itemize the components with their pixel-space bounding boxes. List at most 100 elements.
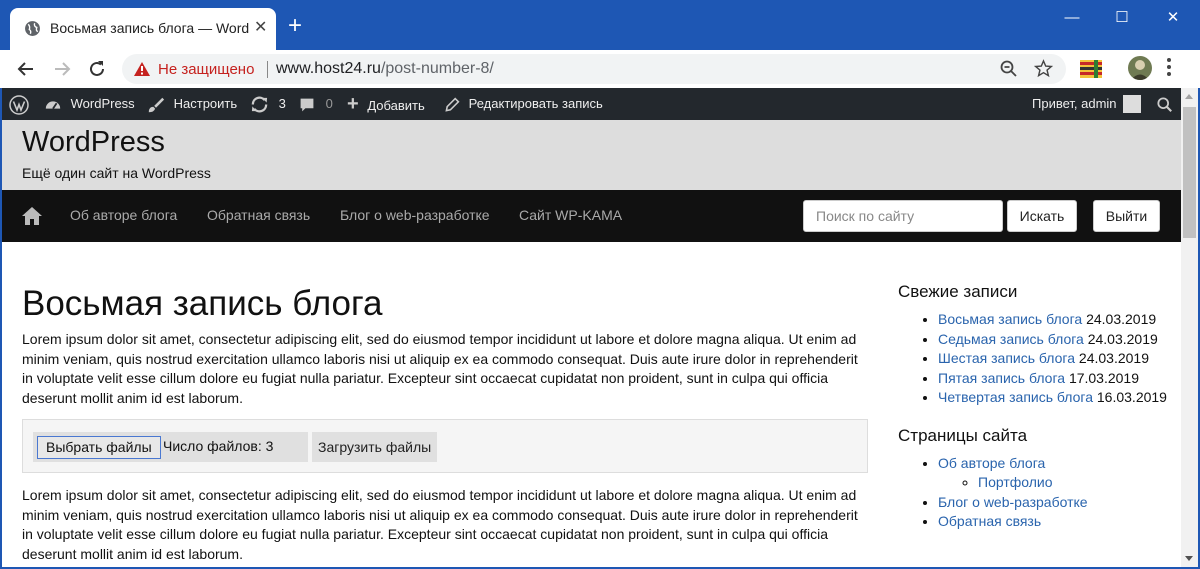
recent-post-link[interactable]: Восьмая запись блога [938,311,1082,327]
site-title[interactable]: WordPress [22,126,165,159]
adminbar-site-link[interactable]: WordPress [44,88,135,120]
nav-item-about[interactable]: Об авторе блога [70,207,177,223]
adminbar-customize-label: Настроить [173,96,238,111]
security-label[interactable]: Не защищено [158,61,254,78]
browser-titlebar: Восьмая запись блога — WordPress ✕ + — ☐… [0,0,1200,50]
scroll-down-icon[interactable] [1185,556,1193,561]
user-avatar [1122,94,1141,113]
reload-icon[interactable] [85,57,109,81]
adminbar-search-icon[interactable] [1157,88,1173,120]
post-paragraph: Lorem ipsum dolor sit amet, consectetur … [22,487,858,562]
wp-logo-icon[interactable] [9,88,29,120]
post-paragraph: Lorem ipsum dolor sit amet, consectetur … [22,331,858,406]
browser-toolbar: Не защищено www.host24.ru/post-number-8/ [0,50,1200,88]
post-date: 24.03.2019 [1087,330,1158,347]
recent-posts-widget: Свежие записи Восьмая запись блога 24.03… [898,282,1173,408]
nav-item-blog[interactable]: Блог о web-разработке [340,207,490,223]
sidebar: Свежие записи Восьмая запись блога 24.03… [898,282,1173,532]
close-window-icon[interactable]: ✕ [1151,6,1195,30]
updates-icon [251,96,268,113]
widget-title: Свежие записи [898,282,1018,301]
browser-menu-icon[interactable] [1167,58,1171,79]
upload-form: Выбрать файлы Число файлов: 3 Загрузить … [22,419,868,473]
main-navigation: Об авторе блога Обратная связь Блог о we… [2,190,1181,242]
adminbar-edit-post[interactable]: Редактировать запись [444,88,603,120]
adminbar-customize[interactable]: Настроить [147,88,237,120]
brush-icon [148,97,165,112]
list-item: Пятая запись блога 17.03.2019 [938,369,1173,389]
home-icon[interactable] [22,207,42,225]
recent-post-link[interactable]: Четвертая запись блога [938,389,1093,405]
maximize-icon[interactable]: ☐ [1100,6,1144,30]
back-icon[interactable] [14,57,38,81]
site-header: WordPress Ещё один сайт на WordPress [2,120,1181,190]
address-separator [267,61,268,78]
pages-list: Об авторе блога Портфолио Блог о web-раз… [898,454,1173,532]
new-tab-icon[interactable]: + [288,14,302,38]
warning-icon [134,62,150,76]
list-item: Шестая запись блога 24.03.2019 [938,349,1173,369]
close-tab-icon[interactable]: ✕ [254,19,267,37]
list-item: Блог о web-разработке [938,493,1173,513]
nav-item-wpkama[interactable]: Сайт WP-KAMA [519,207,622,223]
list-item: Об авторе блога Портфолио [938,454,1173,493]
file-count-label: Число файлов: 3 [163,438,274,454]
adminbar-account[interactable]: Привет, admin [1032,88,1141,120]
file-input[interactable]: Выбрать файлы Число файлов: 3 [33,432,308,462]
url-path: /post-number-8/ [380,60,494,77]
wp-admin-bar: WordPress Настроить 3 0 + Добавить Редак… [2,88,1181,120]
bookmark-star-icon[interactable] [1034,59,1053,78]
recent-posts-list: Восьмая запись блога 24.03.2019 Седьмая … [898,310,1173,408]
adminbar-add-new[interactable]: + Добавить [347,88,425,120]
list-item: Обратная связь [938,512,1173,532]
tab-title: Восьмая запись блога — WordPress [50,20,250,36]
page-link-about[interactable]: Об авторе блога [938,455,1045,471]
site-description: Ещё один сайт на WordPress [22,165,211,181]
site-search-input[interactable] [803,200,1003,232]
recent-post-link[interactable]: Пятая запись блога [938,370,1065,386]
updates-count: 3 [278,96,286,111]
comment-icon [300,98,314,111]
list-item: Четвертая запись блога 16.03.2019 [938,388,1173,408]
list-item: Седьмая запись блога 24.03.2019 [938,330,1173,350]
scroll-up-icon[interactable] [1185,94,1193,99]
adminbar-add-new-label: Добавить [367,98,425,113]
scroll-thumb[interactable] [1183,107,1196,238]
page-viewport: WordPress Настроить 3 0 + Добавить Редак… [2,88,1198,567]
adminbar-updates[interactable]: 3 [250,88,286,120]
minimize-icon[interactable]: — [1050,6,1094,30]
profile-avatar[interactable] [1128,56,1152,80]
dashboard-icon [45,100,61,109]
address-bar[interactable]: Не защищено www.host24.ru/post-number-8/ [122,54,1066,84]
upload-files-button[interactable]: Загрузить файлы [312,432,438,462]
plus-icon: + [347,93,359,115]
zoom-icon[interactable] [1000,60,1018,78]
browser-tab[interactable]: Восьмая запись блога — WordPress ✕ [10,8,276,50]
widget-title: Страницы сайта [898,425,1028,445]
post-date: 16.03.2019 [1096,389,1167,405]
adminbar-comments[interactable]: 0 [299,88,333,120]
adminbar-site-label: WordPress [70,96,135,111]
post-content: Восьмая запись блога Lorem ipsum dolor s… [22,284,872,564]
url-host: www.host24.ru [276,60,381,77]
search-button[interactable]: Искать [1007,200,1077,232]
extension-icon[interactable] [1080,60,1102,78]
forward-icon[interactable] [50,57,74,81]
post-date: 24.03.2019 [1078,350,1149,366]
pages-widget: Страницы сайта Об авторе блога Портфолио… [898,426,1173,532]
logout-button[interactable]: Выйти [1093,200,1160,232]
recent-post-link[interactable]: Шестая запись блога [938,350,1075,366]
page-link-blog[interactable]: Блог о web-разработке [938,494,1088,510]
url-text[interactable]: www.host24.ru/post-number-8/ [276,60,494,78]
list-item: Восьмая запись блога 24.03.2019 [938,310,1173,330]
list-item: Портфолио [978,473,1173,493]
subpages-list: Портфолио [938,473,1173,493]
nav-item-contact[interactable]: Обратная связь [207,207,310,223]
page-link-contact[interactable]: Обратная связь [938,513,1041,529]
page-link-portfolio[interactable]: Портфолио [978,474,1053,490]
comments-count: 0 [325,96,333,111]
recent-post-link[interactable]: Седьмая запись блога [938,331,1084,347]
page-scrollbar[interactable] [1181,88,1198,567]
choose-files-button[interactable]: Выбрать файлы [37,436,161,459]
post-title: Восьмая запись блога [22,284,383,323]
